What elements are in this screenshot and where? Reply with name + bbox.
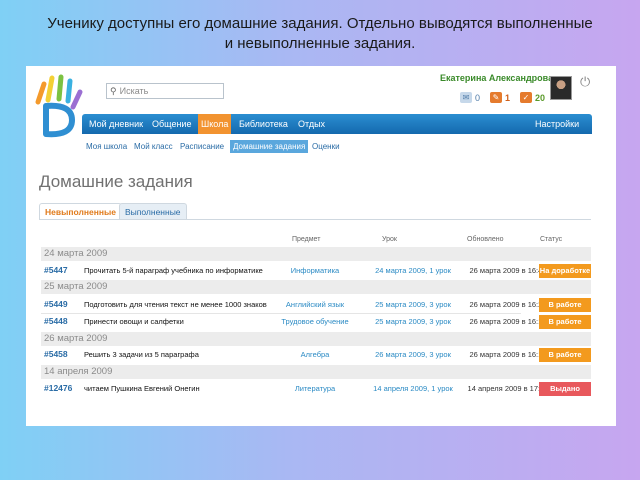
- homework-title: Подготовить для чтения текст не менее 10…: [84, 300, 267, 309]
- tab-divider: [39, 219, 591, 220]
- search-input[interactable]: ⚲ Искать: [106, 83, 224, 99]
- search-icon: ⚲: [110, 85, 117, 96]
- logo[interactable]: [28, 70, 88, 140]
- homework-count: 1: [505, 92, 511, 103]
- table-row[interactable]: #12476 читаем Пушкина Евгений Онегин Лит…: [41, 381, 591, 397]
- status-badge: В работе: [539, 348, 591, 362]
- power-icon[interactable]: ⏻: [580, 74, 590, 90]
- homework-id-link[interactable]: #5458: [44, 349, 68, 359]
- tab-incomplete[interactable]: Невыполненные: [39, 203, 122, 219]
- subject-link[interactable]: Информатика: [265, 266, 365, 275]
- page-title: Домашние задания: [39, 172, 193, 191]
- slide-caption: Ученику доступны его домашние задания. О…: [0, 14, 640, 54]
- lesson-link[interactable]: 14 апреля 2009, 1 урок: [363, 384, 463, 393]
- nav-school[interactable]: Школа: [198, 114, 232, 134]
- table-row[interactable]: #5458 Решить 3 задачи из 5 параграфа Алг…: [41, 347, 591, 363]
- column-header-lesson: Урок: [382, 236, 397, 243]
- status-badge: Выдано: [539, 382, 591, 396]
- lesson-link[interactable]: 25 марта 2009, 3 урок: [363, 317, 463, 326]
- column-header-status: Статус: [540, 236, 563, 243]
- date-group-header: 25 марта 2009: [41, 280, 591, 294]
- table-row[interactable]: #5447 Прочитать 5-й параграф учебника по…: [41, 263, 591, 279]
- homework-title: Решить 3 задачи из 5 параграфа: [84, 350, 199, 359]
- date-group-header: 14 апреля 2009: [41, 365, 591, 379]
- nav-leisure[interactable]: Отдых: [298, 114, 325, 134]
- homework-done-count: 20: [535, 92, 546, 103]
- lesson-link[interactable]: 25 марта 2009, 3 урок: [363, 300, 463, 309]
- subject-link[interactable]: Трудовое обучение: [265, 317, 365, 326]
- main-navbar: Мой дневник Общение Школа Библиотека Отд…: [82, 114, 592, 134]
- table-row[interactable]: #5449 Подготовить для чтения текст не ме…: [41, 297, 591, 313]
- homework-icon[interactable]: ✎: [490, 92, 503, 103]
- homework-done-icon[interactable]: ✓: [520, 92, 533, 103]
- notification-counters: ✉ 0 ✎ 1 ✓ 20: [460, 92, 555, 103]
- homework-id-link[interactable]: #5448: [44, 316, 68, 326]
- date-group-header: 24 марта 2009: [41, 247, 591, 261]
- nav-settings[interactable]: Настройки: [535, 114, 579, 134]
- column-header-subject: Предмет: [292, 236, 321, 243]
- status-badge: В работе: [539, 298, 591, 312]
- nav-library[interactable]: Библиотека: [239, 114, 288, 134]
- homework-id-link[interactable]: #5447: [44, 265, 68, 275]
- date-group-header: 26 марта 2009: [41, 332, 591, 346]
- subnav-homework[interactable]: Домашние задания: [230, 140, 309, 153]
- nav-my-diary[interactable]: Мой дневник: [89, 114, 143, 134]
- homework-title: читаем Пушкина Евгений Онегин: [84, 384, 200, 393]
- homework-title: Принести овощи и салфетки: [84, 317, 184, 326]
- lesson-link[interactable]: 24 марта 2009, 1 урок: [363, 266, 463, 275]
- lesson-link[interactable]: 26 марта 2009, 3 урок: [363, 350, 463, 359]
- table-row[interactable]: #5448 Принести овощи и салфетки Трудовое…: [41, 314, 591, 330]
- subject-link[interactable]: Английский язык: [265, 300, 365, 309]
- caption-line-2: и невыполненные задания.: [224, 35, 416, 52]
- subject-link[interactable]: Литература: [265, 384, 365, 393]
- screenshot-frame: ⚲ Искать Екатерина Александрова ⏻ ✉ 0 ✎ …: [26, 66, 616, 426]
- homework-title: Прочитать 5-й параграф учебника по инфор…: [84, 266, 263, 275]
- homework-id-link[interactable]: #5449: [44, 299, 68, 309]
- subnav-my-class[interactable]: Мой класс: [134, 140, 173, 153]
- subnav-schedule[interactable]: Расписание: [180, 140, 224, 153]
- subnav-my-school[interactable]: Моя школа: [86, 140, 127, 153]
- caption-line-1: Ученику доступны его домашние задания. О…: [47, 15, 593, 32]
- nav-communication[interactable]: Общение: [152, 114, 191, 134]
- mail-count: 0: [475, 92, 481, 103]
- mail-icon[interactable]: ✉: [460, 92, 472, 103]
- status-badge: В работе: [539, 315, 591, 329]
- search-placeholder: Искать: [119, 86, 149, 96]
- tab-completed[interactable]: Выполненные: [119, 203, 187, 219]
- subnav-grades[interactable]: Оценки: [312, 140, 340, 153]
- user-name-link[interactable]: Екатерина Александрова: [440, 73, 553, 83]
- homework-id-link[interactable]: #12476: [44, 383, 72, 393]
- column-header-updated: Обновлено: [467, 236, 504, 243]
- status-badge: На доработке: [539, 264, 591, 278]
- subject-link[interactable]: Алгебра: [265, 350, 365, 359]
- hand-logo-icon: [35, 74, 83, 138]
